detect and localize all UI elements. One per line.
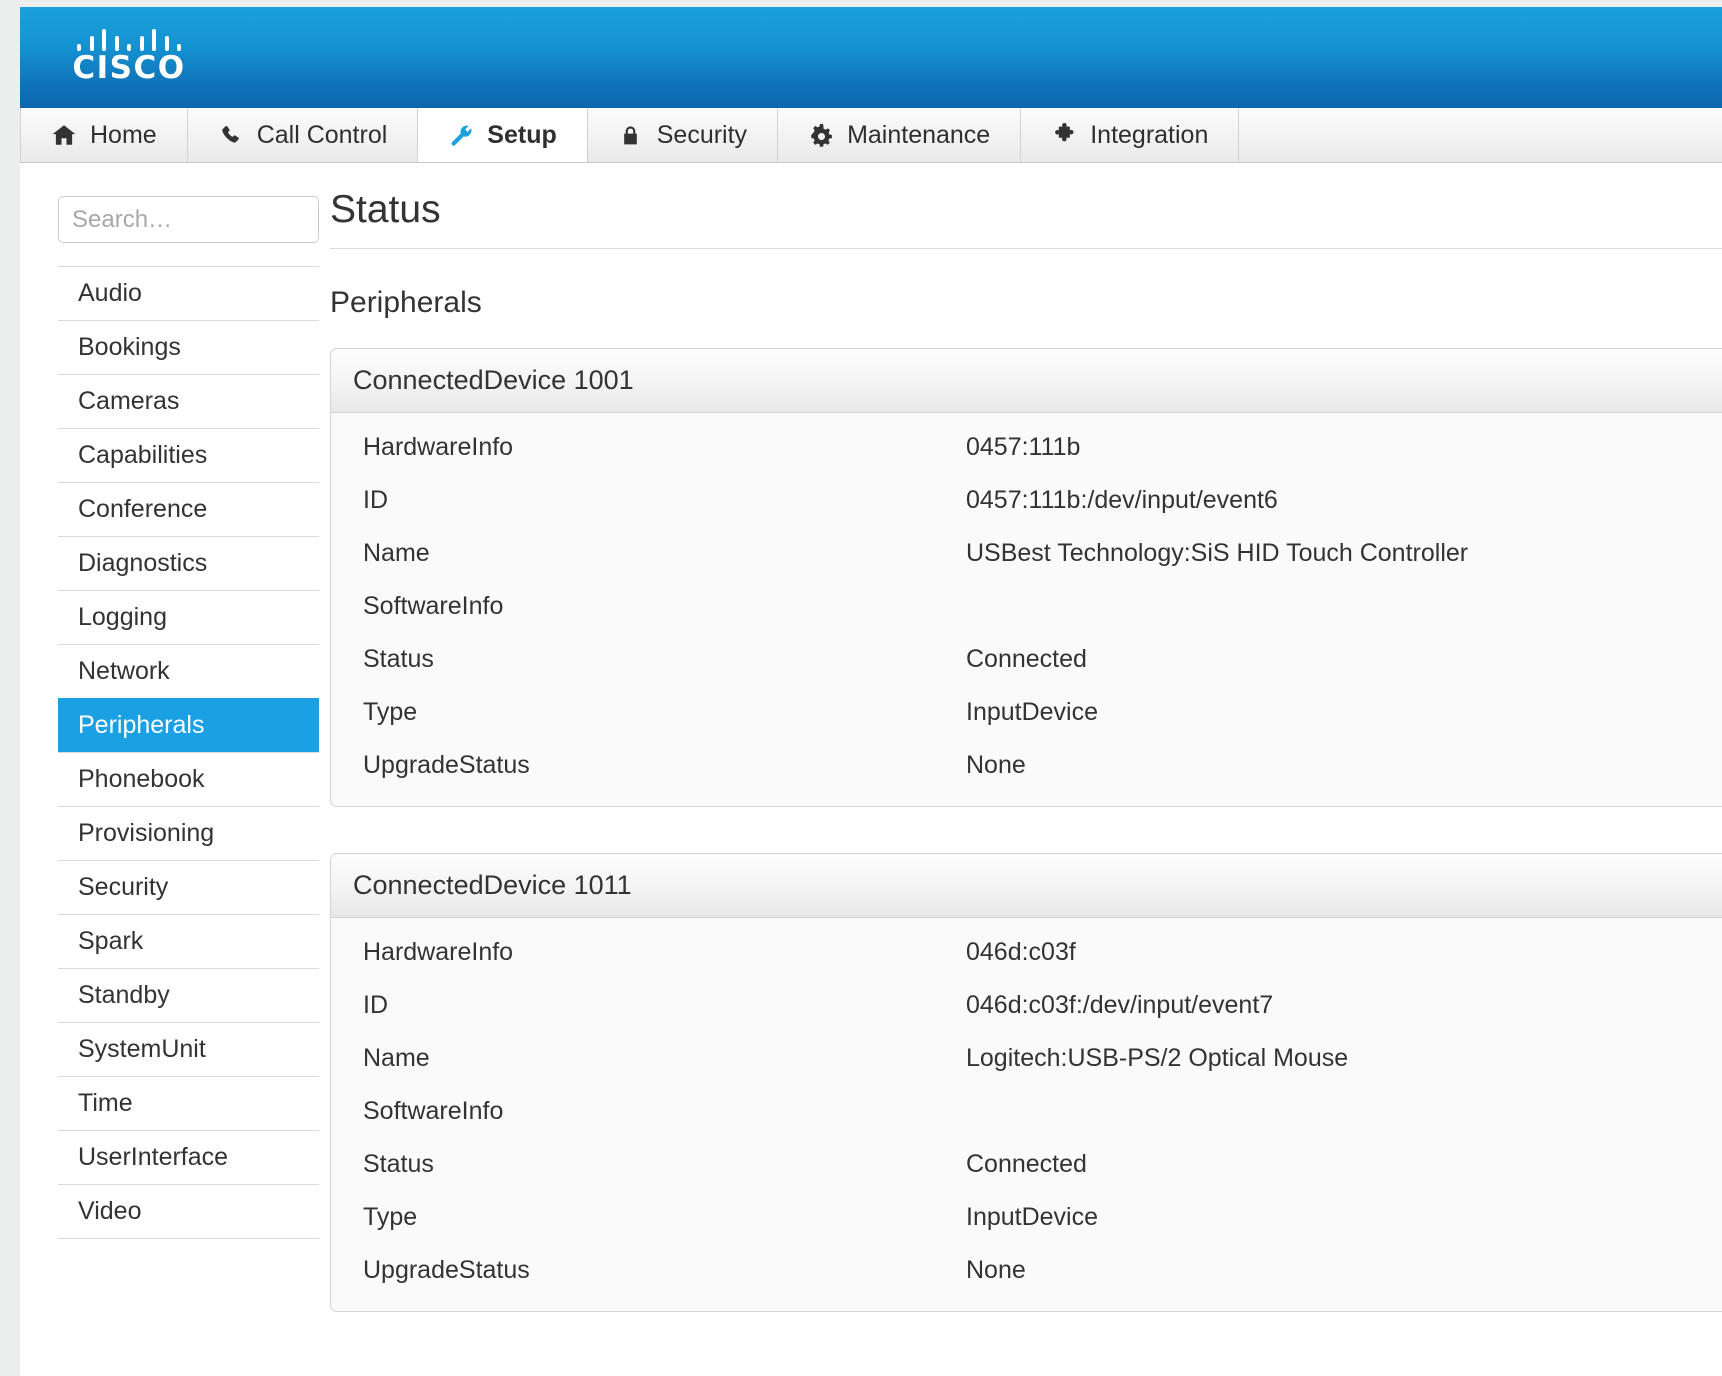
sidebar-item-time[interactable]: Time	[58, 1076, 319, 1130]
property-row: Type InputDevice	[331, 686, 1722, 739]
tab-home-label: Home	[90, 120, 157, 149]
property-label: UpgradeStatus	[363, 751, 530, 779]
tab-security[interactable]: Security	[587, 108, 779, 162]
device-panel-title: ConnectedDevice 1001	[331, 349, 1722, 413]
property-value: None	[966, 1256, 1026, 1284]
tab-maintenance-label: Maintenance	[847, 120, 991, 149]
property-value: 0457:111b:/dev/input/event6	[966, 486, 1278, 514]
settings-sidebar: Audio Bookings Cameras Capabilities Conf…	[20, 163, 320, 1239]
sidebar-item-logging[interactable]: Logging	[58, 590, 319, 644]
sidebar-item-peripherals[interactable]: Peripherals	[58, 698, 319, 752]
sidebar-item-phonebook[interactable]: Phonebook	[58, 752, 319, 806]
search-input[interactable]	[58, 196, 319, 243]
sidebar-item-systemunit[interactable]: SystemUnit	[58, 1022, 319, 1076]
property-label: SoftwareInfo	[363, 592, 504, 620]
property-row: Status Connected	[331, 1138, 1722, 1191]
cisco-wordmark: CISCO	[72, 50, 186, 86]
phone-icon	[218, 122, 244, 148]
property-label: Name	[363, 1044, 430, 1072]
section-title: Peripherals	[330, 286, 482, 319]
property-row: ID 046d:c03f:/dev/input/event7	[331, 979, 1722, 1032]
device-panel-body: HardwareInfo 0457:111b ID 0457:111b:/dev…	[331, 413, 1722, 806]
tab-setup[interactable]: Setup	[418, 108, 588, 162]
sidebar-item-network[interactable]: Network	[58, 644, 319, 698]
tab-call-control[interactable]: Call Control	[187, 108, 419, 162]
property-row: Type InputDevice	[331, 1191, 1722, 1244]
sidebar-item-userinterface[interactable]: UserInterface	[58, 1130, 319, 1184]
property-value: None	[966, 751, 1026, 779]
home-icon	[51, 122, 77, 148]
property-value: Logitech:USB-PS/2 Optical Mouse	[966, 1044, 1349, 1072]
tab-integration[interactable]: Integration	[1021, 108, 1240, 162]
property-row: Status Connected	[331, 633, 1722, 686]
property-value: 0457:111b	[966, 433, 1081, 461]
property-label: Type	[363, 1203, 418, 1231]
property-label: Type	[363, 698, 418, 726]
property-row: HardwareInfo 046d:c03f	[331, 926, 1722, 979]
property-row: Name Logitech:USB-PS/2 Optical Mouse	[331, 1032, 1722, 1085]
cisco-logo-icon: CISCO	[64, 29, 194, 85]
property-value: 046d:c03f	[966, 938, 1076, 966]
puzzle-piece-icon	[1051, 122, 1077, 148]
sidebar-item-audio[interactable]: Audio	[58, 266, 319, 320]
sidebar-item-bookings[interactable]: Bookings	[58, 320, 319, 374]
device-panel-title: ConnectedDevice 1011	[331, 854, 1722, 918]
property-value: InputDevice	[966, 698, 1099, 726]
property-value: 046d:c03f:/dev/input/event7	[966, 991, 1274, 1019]
sidebar-item-spark[interactable]: Spark	[58, 914, 319, 968]
property-value: InputDevice	[966, 1203, 1099, 1231]
property-label: Name	[363, 539, 430, 567]
property-label: Status	[363, 1150, 434, 1178]
page-title: Status	[330, 188, 1722, 249]
lock-icon	[618, 122, 644, 148]
tab-setup-label: Setup	[487, 120, 557, 149]
tab-maintenance[interactable]: Maintenance	[778, 108, 1022, 162]
property-row: UpgradeStatus None	[331, 1244, 1722, 1297]
application-window: CISCO Home Call Control Setup Security M…	[20, 7, 1722, 1376]
brand-header: CISCO	[20, 7, 1722, 108]
sidebar-item-security[interactable]: Security	[58, 860, 319, 914]
property-label: ID	[363, 991, 388, 1019]
sidebar-item-capabilities[interactable]: Capabilities	[58, 428, 319, 482]
property-value: Connected	[966, 1150, 1087, 1178]
tab-call-control-label: Call Control	[256, 120, 388, 149]
property-label: SoftwareInfo	[363, 1097, 504, 1125]
property-row: UpgradeStatus None	[331, 739, 1722, 792]
device-panel: ConnectedDevice 1001 HardwareInfo 0457:1…	[330, 348, 1722, 807]
tab-home[interactable]: Home	[20, 108, 188, 162]
property-row: SoftwareInfo	[331, 1085, 1722, 1138]
tab-security-label: Security	[656, 120, 748, 149]
property-label: ID	[363, 486, 388, 514]
property-label: Status	[363, 645, 434, 673]
page-content: Audio Bookings Cameras Capabilities Conf…	[20, 163, 1722, 1358]
sidebar-menu: Audio Bookings Cameras Capabilities Conf…	[58, 266, 319, 1239]
sidebar-item-diagnostics[interactable]: Diagnostics	[58, 536, 319, 590]
main-content: Status Peripherals ConnectedDevice 1001 …	[320, 163, 1722, 1358]
sidebar-item-cameras[interactable]: Cameras	[58, 374, 319, 428]
property-value: USBest Technology:SiS HID Touch Controll…	[966, 539, 1469, 567]
property-row: SoftwareInfo	[331, 580, 1722, 633]
sidebar-item-conference[interactable]: Conference	[58, 482, 319, 536]
device-panel-body: HardwareInfo 046d:c03f ID 046d:c03f:/dev…	[331, 918, 1722, 1311]
device-panel: ConnectedDevice 1011 HardwareInfo 046d:c…	[330, 853, 1722, 1312]
property-row: HardwareInfo 0457:111b	[331, 421, 1722, 474]
property-label: UpgradeStatus	[363, 1256, 530, 1284]
property-label: HardwareInfo	[363, 433, 514, 461]
gear-icon	[808, 122, 834, 148]
main-navigation: Home Call Control Setup Security Mainten	[20, 108, 1722, 163]
sidebar-item-provisioning[interactable]: Provisioning	[58, 806, 319, 860]
property-row: ID 0457:111b:/dev/input/event6	[331, 474, 1722, 527]
property-label: HardwareInfo	[363, 938, 514, 966]
sidebar-item-video[interactable]: Video	[58, 1184, 319, 1239]
cisco-logo-bars	[77, 29, 181, 51]
property-value: Connected	[966, 645, 1087, 673]
nav-filler	[1239, 108, 1722, 162]
tab-integration-label: Integration	[1090, 120, 1209, 149]
sidebar-item-standby[interactable]: Standby	[58, 968, 319, 1022]
wrench-icon	[448, 122, 474, 148]
property-row: Name USBest Technology:SiS HID Touch Con…	[331, 527, 1722, 580]
